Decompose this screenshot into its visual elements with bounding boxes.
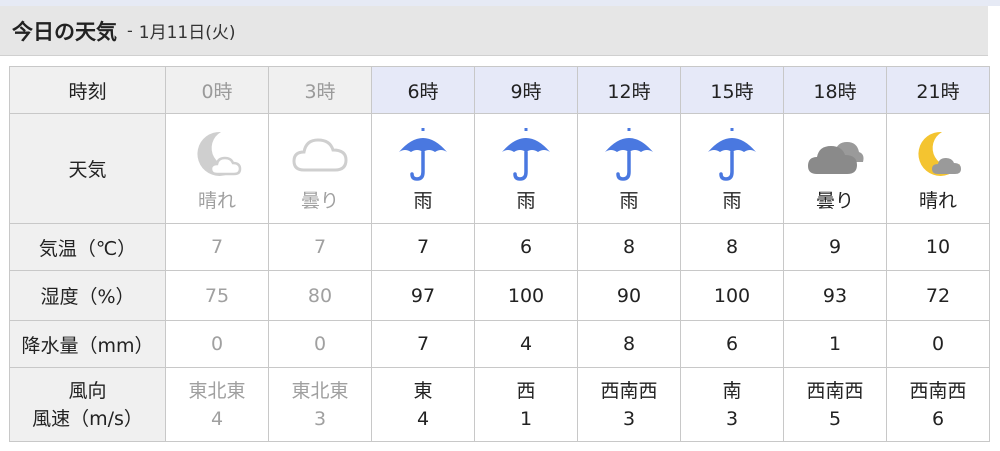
header-hour: 15時 — [680, 66, 784, 114]
temp-cell: 7 — [165, 223, 269, 271]
header-hour: 6時 — [371, 66, 475, 114]
wind-direction: 西 — [516, 379, 536, 402]
humidity-cell: 75 — [165, 270, 269, 321]
weather-label: 曇り — [300, 190, 339, 212]
umbrella-icon — [372, 124, 474, 184]
wind-cell: 東北東 3 — [268, 367, 372, 442]
wind-direction: 東北東 — [188, 379, 246, 402]
forecast-table: 時刻 0時 3時 6時 9時 12時 15時 18時 21時 天気 晴れ 曇り雨雨雨雨曇り 晴れ … — [9, 66, 990, 442]
precip-cell: 0 — [886, 320, 990, 368]
weather-cell: 雨 — [577, 113, 681, 224]
humidity-cell: 100 — [680, 270, 784, 321]
humidity-cell: 72 — [886, 270, 990, 321]
humidity-cell: 90 — [577, 270, 681, 321]
wind-speed: 3 — [725, 407, 739, 430]
label-wind-speed: 風速（m/s） — [32, 407, 143, 430]
label-wind: 風向 風速（m/s） — [9, 367, 166, 442]
wind-cell: 東4 — [371, 367, 475, 442]
humidity-cell: 97 — [371, 270, 475, 321]
precip-cell: 0 — [165, 320, 269, 368]
wind-cell: 南3 — [680, 367, 784, 442]
row-time: 時刻 0時 3時 6時 9時 12時 15時 18時 21時 — [9, 66, 990, 114]
weather-label: 雨 — [619, 190, 639, 212]
cloud-icon — [269, 124, 371, 184]
wind-direction: 南 — [722, 379, 742, 402]
temp-cell: 8 — [680, 223, 784, 271]
row-humidity: 湿度（%） 75 80 97 100 90 100 93 72 — [9, 270, 990, 321]
header-hour: 18時 — [783, 66, 887, 114]
wind-direction: 東北東 — [291, 379, 349, 402]
precip-cell: 7 — [371, 320, 475, 368]
header-hour: 3時 — [268, 66, 372, 114]
wind-speed: 6 — [931, 407, 945, 430]
humidity-cell: 93 — [783, 270, 887, 321]
row-precip: 降水量（mm） 00748610 — [9, 320, 990, 368]
label-time: 時刻 — [9, 66, 166, 114]
label-wind-dir: 風向 — [68, 379, 107, 402]
umbrella-icon — [475, 124, 577, 184]
night-partly-cloudy-icon — [166, 124, 268, 184]
wind-cell: 西南西 6 — [886, 367, 990, 442]
row-temp: 気温（℃） 7 7 7 6 8 8 9 10 — [9, 223, 990, 271]
weather-cell: 雨 — [371, 113, 475, 224]
temp-cell: 8 — [577, 223, 681, 271]
weather-label: 雨 — [413, 190, 433, 212]
wind-speed: 3 — [313, 407, 327, 430]
precip-cell: 4 — [474, 320, 578, 368]
wind-speed: 4 — [210, 407, 224, 430]
header-hour: 21時 — [886, 66, 990, 114]
wind-cell: 西南西 5 — [783, 367, 887, 442]
temp-cell: 6 — [474, 223, 578, 271]
weather-label: 雨 — [722, 190, 742, 212]
label-humidity: 湿度（%） — [9, 270, 166, 321]
precip-cell: 0 — [268, 320, 372, 368]
precip-cell: 1 — [783, 320, 887, 368]
wind-speed: 5 — [828, 407, 842, 430]
title-separator: - — [127, 21, 133, 40]
wind-speed: 1 — [519, 407, 533, 430]
header-hour: 0時 — [165, 66, 269, 114]
label-temp: 気温（℃） — [9, 223, 166, 271]
wind-direction: 西南西 — [806, 379, 864, 402]
weather-label: 雨 — [516, 190, 536, 212]
weather-cell: 雨 — [680, 113, 784, 224]
temp-cell: 9 — [783, 223, 887, 271]
wind-cell: 西南西 3 — [577, 367, 681, 442]
humidity-cell: 80 — [268, 270, 372, 321]
precip-cell: 6 — [680, 320, 784, 368]
wind-direction: 東 — [413, 379, 433, 402]
label-weather: 天気 — [9, 113, 166, 224]
title-date: 1月11日(火) — [138, 23, 236, 43]
title-bar: 今日の天気 - 1月11日(火) — [0, 6, 988, 56]
night-partly-cloudy-icon — [887, 124, 989, 184]
precip-cell: 8 — [577, 320, 681, 368]
row-weather: 天気 晴れ 曇り 雨 雨 雨 雨 曇り 晴れ — [9, 113, 990, 224]
header-hour: 9時 — [474, 66, 578, 114]
weather-label: 晴れ — [197, 190, 236, 212]
weather-label: 曇り — [815, 190, 854, 212]
wind-speed: 4 — [416, 407, 430, 430]
temp-cell: 7 — [371, 223, 475, 271]
weather-cell: 晴れ — [886, 113, 990, 224]
wind-cell: 東北東 4 — [165, 367, 269, 442]
umbrella-icon — [681, 124, 783, 184]
page-title: 今日の天気 — [12, 19, 117, 44]
temp-cell: 10 — [886, 223, 990, 271]
cloudy-icon — [784, 124, 886, 184]
weather-cell: 曇り — [783, 113, 887, 224]
wind-speed: 3 — [622, 407, 636, 430]
label-precip: 降水量（mm） — [9, 320, 166, 368]
header-hour: 12時 — [577, 66, 681, 114]
weather-cell: 雨 — [474, 113, 578, 224]
weather-label: 晴れ — [918, 190, 957, 212]
temp-cell: 7 — [268, 223, 372, 271]
wind-direction: 西南西 — [600, 379, 658, 402]
wind-cell: 西1 — [474, 367, 578, 442]
weather-cell: 曇り — [268, 113, 372, 224]
weather-cell: 晴れ — [165, 113, 269, 224]
humidity-cell: 100 — [474, 270, 578, 321]
wind-direction: 西南西 — [909, 379, 967, 402]
umbrella-icon — [578, 124, 680, 184]
row-wind: 風向 風速（m/s） 東北東 4 東北東 3 東 4 西 1 西南西 3 南 3 西南西 5 西南西 6 — [9, 367, 990, 442]
